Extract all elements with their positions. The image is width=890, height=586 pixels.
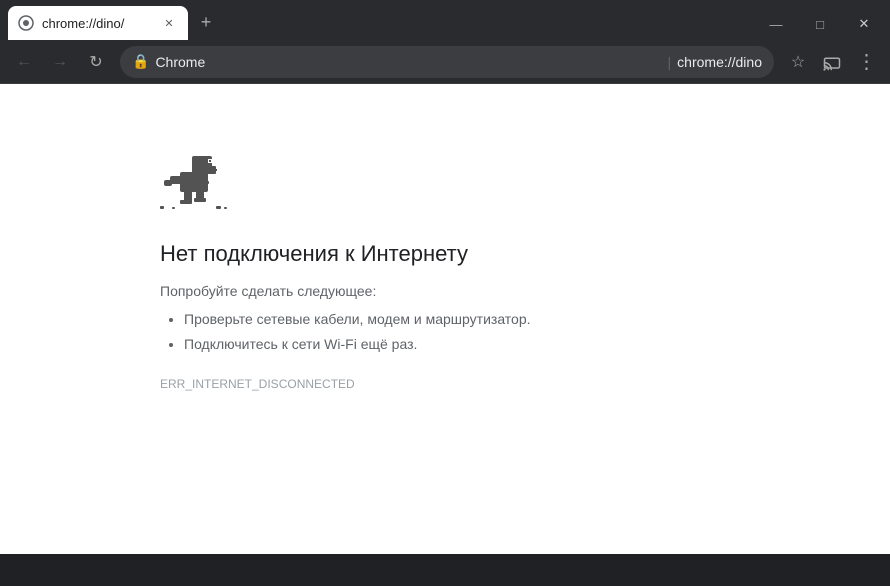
dino-icon — [160, 144, 228, 212]
tab-close-button[interactable]: ✕ — [160, 14, 178, 32]
site-name: Chrome — [155, 54, 661, 70]
tab-title: chrome://dino/ — [42, 16, 152, 31]
toolbar-actions: ☆ ⋮ — [782, 46, 882, 78]
dino-container — [160, 144, 228, 217]
secure-icon: 🔒 — [132, 53, 149, 70]
tab-favicon — [18, 15, 34, 31]
bookmark-button[interactable]: ☆ — [782, 46, 814, 78]
omnibox-url: chrome://dino — [677, 54, 762, 70]
new-tab-button[interactable]: + — [192, 8, 220, 36]
reload-button[interactable]: ↻ — [80, 46, 112, 78]
cast-icon — [823, 53, 841, 71]
error-code: ERR_INTERNET_DISCONNECTED — [160, 377, 355, 391]
close-button[interactable]: ✕ — [842, 10, 886, 38]
forward-button[interactable]: → — [44, 46, 76, 78]
toolbar: ← → ↻ 🔒 Chrome | chrome://dino ☆ — [0, 40, 890, 84]
page-content: Нет подключения к Интернету Попробуйте с… — [0, 84, 890, 554]
minimize-button[interactable]: — — [754, 10, 798, 38]
omnibox[interactable]: 🔒 Chrome | chrome://dino — [120, 46, 774, 78]
active-tab[interactable]: chrome://dino/ ✕ — [8, 6, 188, 40]
maximize-button[interactable]: □ — [798, 10, 842, 38]
error-title: Нет подключения к Интернету — [160, 241, 468, 267]
omnibox-divider: | — [668, 54, 672, 70]
cast-button[interactable] — [816, 46, 848, 78]
menu-button[interactable]: ⋮ — [850, 46, 882, 78]
error-subtitle: Попробуйте сделать следующее: — [160, 283, 376, 299]
tabbar: chrome://dino/ ✕ + — □ ✕ — [0, 0, 890, 40]
error-suggestions: Проверьте сетевые кабели, модем и маршру… — [160, 307, 531, 357]
back-button[interactable]: ← — [8, 46, 40, 78]
suggestion-2: Подключитесь к сети Wi-Fi ещё раз. — [184, 332, 531, 357]
suggestion-1: Проверьте сетевые кабели, модем и маршру… — [184, 307, 531, 332]
